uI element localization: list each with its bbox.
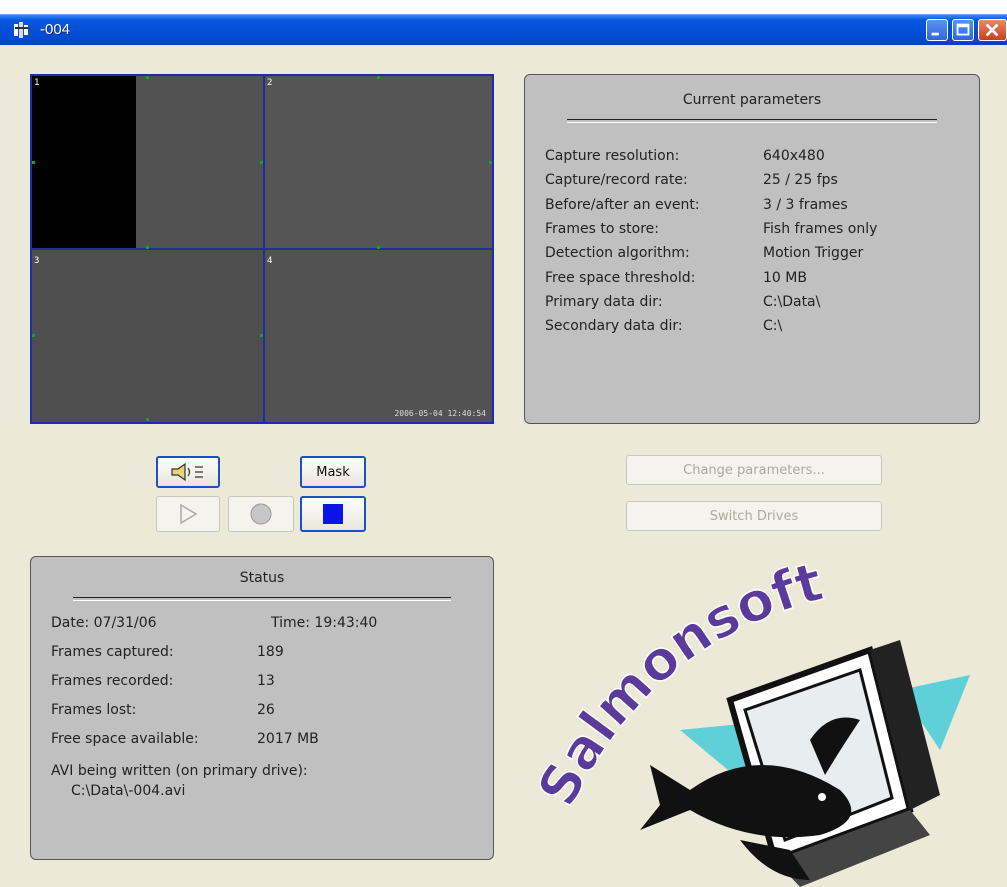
cell-number: 1 — [34, 78, 40, 88]
param-label: Free space threshold: — [545, 269, 696, 286]
param-label: Secondary data dir: — [545, 318, 683, 335]
cell-number: 2 — [267, 78, 273, 88]
param-value: 25 / 25 fps — [763, 172, 838, 189]
close-icon — [985, 23, 999, 37]
parameters-divider — [567, 119, 937, 123]
status-value: 26 — [257, 702, 275, 718]
avi-path: C:\Data\-004.avi — [71, 783, 186, 799]
title-bar[interactable]: -004 — [0, 14, 1007, 45]
screen-top-strip — [0, 0, 1007, 14]
grid-marker — [377, 246, 380, 249]
video-timestamp: 2006-05-04 12:40:54 — [394, 409, 486, 418]
status-time: Time: 19:43:40 — [271, 615, 378, 631]
mask-button[interactable]: Mask — [300, 456, 366, 488]
cell-number: 4 — [267, 256, 273, 266]
status-title: Status — [239, 570, 285, 586]
param-label: Primary data dir: — [545, 293, 663, 310]
salmonsoft-logo: Salmonsoft — [540, 560, 970, 887]
maximize-button[interactable] — [952, 19, 974, 41]
param-label: Capture resolution: — [545, 148, 680, 164]
param-value: 3 / 3 frames — [763, 196, 848, 213]
sound-toggle-button[interactable] — [156, 456, 220, 488]
param-value: C:\Data\ — [763, 293, 821, 310]
parameters-title: Current parameters — [682, 92, 822, 108]
status-label: Frames captured: — [51, 644, 174, 660]
minimize-button[interactable] — [926, 19, 948, 41]
param-label: Frames to store: — [545, 220, 659, 237]
grid-marker — [32, 334, 35, 337]
switch-drives-button[interactable]: Switch Drives — [626, 501, 882, 531]
grid-divider-horizontal — [32, 248, 492, 250]
avi-label: AVI being written (on primary drive): — [51, 763, 308, 779]
video-cell-3[interactable]: 3 — [32, 250, 263, 422]
grid-marker — [489, 161, 492, 164]
grid-marker — [260, 334, 263, 337]
param-value: 640x480 — [763, 148, 825, 164]
param-value: Motion Trigger — [763, 245, 864, 262]
record-button[interactable] — [228, 496, 294, 532]
status-label: Free space available: — [51, 731, 199, 747]
grid-marker — [146, 76, 149, 79]
app-icon — [14, 22, 29, 38]
speaker-icon — [171, 462, 203, 482]
video-cell-4[interactable]: 4 2006-05-04 12:40:54 — [265, 250, 492, 422]
window-title: -004 — [40, 21, 71, 38]
maximize-icon — [956, 23, 970, 36]
play-button[interactable] — [156, 496, 220, 532]
param-value: 10 MB — [763, 269, 807, 286]
close-button[interactable] — [978, 19, 1007, 41]
stop-icon — [323, 504, 343, 524]
param-label: Before/after an event: — [545, 196, 700, 213]
grid-marker — [146, 246, 149, 249]
param-label: Capture/record rate: — [545, 172, 688, 189]
status-panel: Status Date: 07/31/06 Time: 19:43:40 Fra… — [30, 556, 494, 860]
record-icon — [250, 503, 272, 525]
cell-number: 3 — [34, 256, 40, 266]
video-cell-2[interactable]: 2 — [265, 76, 492, 248]
minimize-icon — [931, 32, 939, 36]
video-cell-1[interactable]: 1 — [32, 76, 263, 248]
change-parameters-button[interactable]: Change parameters... — [626, 455, 882, 485]
current-parameters-panel: Current parameters Capture resolution: 64… — [524, 74, 980, 424]
status-label: Frames recorded: — [51, 673, 174, 689]
play-icon — [180, 503, 198, 525]
status-divider — [73, 597, 451, 601]
status-label: Frames lost: — [51, 702, 137, 718]
grid-marker — [146, 418, 149, 421]
status-value: 13 — [257, 673, 275, 689]
status-value: 2017 MB — [257, 731, 319, 747]
video-preview[interactable]: 1 2 3 4 2006-05-04 12:40:54 — [30, 74, 494, 424]
param-label: Detection algorithm: — [545, 245, 690, 262]
param-value: C:\ — [763, 318, 783, 335]
grid-marker — [377, 76, 380, 79]
stop-button[interactable] — [300, 496, 366, 532]
masked-region — [32, 76, 136, 248]
grid-marker — [32, 161, 35, 164]
grid-marker — [260, 161, 263, 164]
status-date: Date: 07/31/06 — [51, 615, 157, 631]
status-value: 189 — [257, 644, 284, 660]
param-value: Fish frames only — [763, 220, 878, 237]
